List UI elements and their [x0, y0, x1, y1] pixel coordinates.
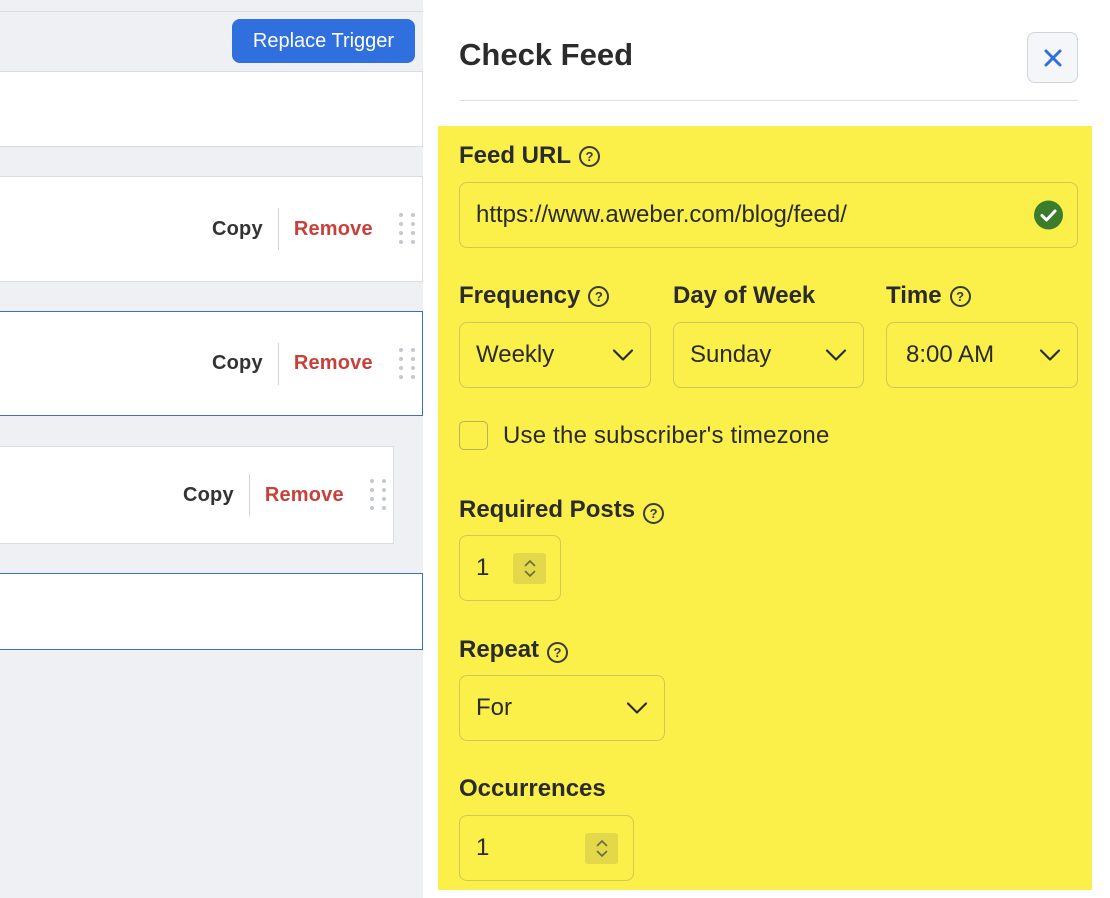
day-of-week-label-text: Day of Week	[673, 282, 816, 309]
feed-url-label-text: Feed URL	[459, 142, 572, 169]
frequency-select[interactable]: Weekly	[459, 322, 651, 388]
panel-title: Check Feed	[459, 37, 634, 72]
time-label: Time ?	[886, 282, 971, 310]
chevron-up-icon	[524, 559, 535, 567]
number-stepper[interactable]	[513, 553, 546, 584]
chevron-down-icon	[524, 570, 535, 578]
frequency-value: Weekly	[476, 341, 555, 368]
chevron-down-icon	[825, 349, 847, 361]
feed-url-label: Feed URL ?	[459, 142, 601, 170]
remove-link[interactable]: Remove	[294, 218, 373, 241]
occurrences-input[interactable]: 1	[459, 815, 634, 881]
drag-handle-icon[interactable]	[399, 347, 415, 380]
repeat-label: Repeat ?	[459, 636, 569, 664]
help-icon[interactable]: ?	[588, 285, 610, 307]
time-label-text: Time	[886, 282, 942, 309]
repeat-label-text: Repeat	[459, 636, 540, 663]
frequency-label-text: Frequency	[459, 282, 581, 309]
workflow-canvas: Replace Trigger Copy Remove Copy Remove …	[0, 0, 423, 898]
required-posts-label: Required Posts ?	[459, 496, 665, 524]
divider	[459, 100, 1078, 101]
help-icon[interactable]: ?	[547, 641, 569, 663]
copy-link[interactable]: Copy	[212, 218, 263, 241]
number-stepper[interactable]	[585, 833, 618, 864]
remove-link[interactable]: Remove	[265, 484, 344, 507]
step-card[interactable]: Copy Remove	[0, 446, 394, 544]
divider	[277, 342, 279, 385]
day-of-week-value: Sunday	[690, 341, 772, 368]
step-card[interactable]	[0, 573, 423, 650]
time-select[interactable]: 8:00 AM	[886, 322, 1078, 388]
drag-handle-icon[interactable]	[399, 213, 415, 245]
replace-trigger-button[interactable]: Replace Trigger	[232, 19, 415, 63]
step-card-selected[interactable]: Copy Remove	[0, 311, 423, 416]
subscriber-timezone-checkbox[interactable]	[459, 421, 488, 450]
feed-url-input[interactable]: https://www.aweber.com/blog/feed/	[459, 182, 1078, 248]
frequency-label: Frequency ?	[459, 282, 610, 310]
occurrences-label-text: Occurrences	[459, 775, 606, 802]
close-icon	[1044, 49, 1061, 66]
feed-settings-form: Feed URL ? https://www.aweber.com/blog/f…	[438, 126, 1092, 890]
copy-link[interactable]: Copy	[183, 484, 234, 507]
trigger-card[interactable]	[0, 71, 423, 147]
check-circle-icon	[1034, 200, 1063, 230]
chevron-down-icon	[612, 349, 634, 361]
required-posts-value: 1	[476, 554, 490, 581]
day-of-week-select[interactable]: Sunday	[673, 322, 864, 388]
feed-url-value: https://www.aweber.com/blog/feed/	[476, 201, 847, 228]
occurrences-label: Occurrences	[459, 775, 606, 803]
close-button[interactable]	[1027, 32, 1078, 83]
required-posts-input[interactable]: 1	[459, 535, 561, 601]
repeat-value: For	[476, 694, 512, 721]
copy-link[interactable]: Copy	[212, 352, 263, 375]
required-posts-label-text: Required Posts	[459, 496, 636, 523]
chevron-down-icon	[1039, 349, 1061, 361]
chevron-down-icon	[626, 702, 648, 714]
remove-link[interactable]: Remove	[294, 352, 373, 375]
check-feed-panel: Check Feed Feed URL ? https://www.aweber…	[423, 0, 1110, 898]
occurrences-value: 1	[476, 834, 490, 861]
step-card[interactable]: Copy Remove	[0, 176, 423, 282]
time-value: 8:00 AM	[906, 341, 995, 368]
chevron-down-icon	[596, 850, 607, 858]
subscriber-timezone-label[interactable]: Use the subscriber's timezone	[503, 422, 830, 450]
drag-handle-icon[interactable]	[370, 479, 386, 511]
divider	[248, 474, 250, 516]
day-of-week-label: Day of Week	[673, 282, 815, 310]
divider	[277, 208, 279, 250]
repeat-select[interactable]: For	[459, 675, 665, 741]
help-icon[interactable]: ?	[949, 285, 971, 307]
chevron-up-icon	[596, 839, 607, 847]
trigger-header	[0, 0, 423, 12]
help-icon[interactable]: ?	[579, 145, 601, 167]
help-icon[interactable]: ?	[643, 502, 665, 524]
